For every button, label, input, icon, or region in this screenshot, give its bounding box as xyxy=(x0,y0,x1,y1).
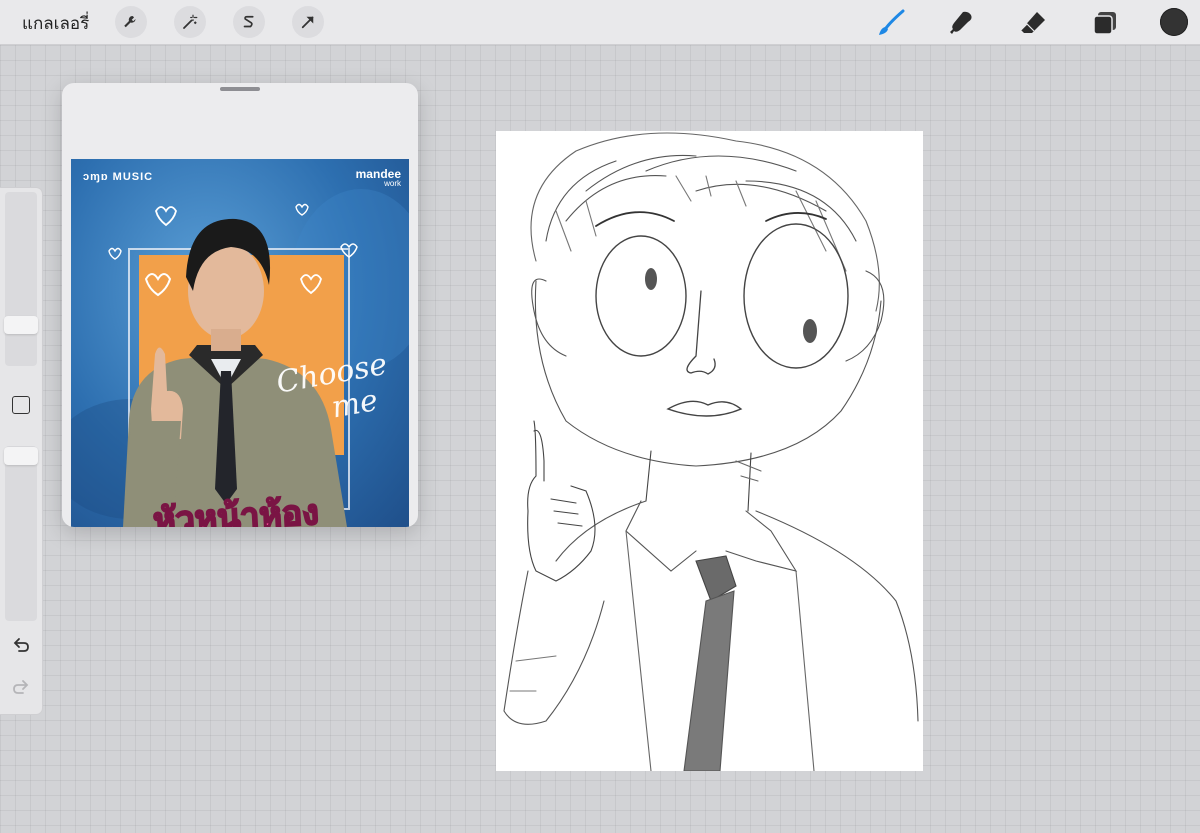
left-sidebar xyxy=(0,188,42,714)
poster-artwork xyxy=(71,189,409,527)
gallery-button[interactable]: แกลเลอรี่ xyxy=(22,10,89,37)
selection-s-icon[interactable] xyxy=(233,6,265,38)
wrench-icon[interactable] xyxy=(115,6,147,38)
top-toolbar: แกลเลอรี่ xyxy=(0,0,1200,45)
poster-thai-title: หัวหน้าห้อง xyxy=(151,492,321,527)
poster-brand-left: ɔɱɒ MUSIC xyxy=(83,171,154,183)
reference-panel-grabber[interactable] xyxy=(220,87,260,91)
smudge-icon[interactable] xyxy=(946,8,976,38)
eraser-icon[interactable] xyxy=(1018,8,1048,38)
reference-panel[interactable]: ɔɱɒ MUSIC mandee work Choose me หัวหน้าห… xyxy=(62,83,418,527)
poster-brand-right: mandee work xyxy=(356,167,401,188)
color-picker-button[interactable] xyxy=(1160,8,1188,36)
brush-size-slider[interactable] xyxy=(5,192,37,366)
modify-button[interactable] xyxy=(12,396,30,414)
opacity-slider[interactable] xyxy=(5,446,37,621)
undo-icon[interactable] xyxy=(11,636,31,656)
brush-size-slider-thumb[interactable] xyxy=(4,316,38,334)
transform-arrow-icon[interactable] xyxy=(292,6,324,38)
drawing-canvas[interactable] xyxy=(496,131,923,771)
opacity-slider-thumb[interactable] xyxy=(4,447,38,465)
brush-icon[interactable] xyxy=(876,8,906,38)
redo-icon[interactable] xyxy=(11,678,31,698)
reference-image: ɔɱɒ MUSIC mandee work Choose me หัวหน้าห… xyxy=(71,159,409,527)
layers-icon[interactable] xyxy=(1090,8,1120,38)
magic-wand-icon[interactable] xyxy=(174,6,206,38)
sketch-drawing xyxy=(503,132,919,771)
